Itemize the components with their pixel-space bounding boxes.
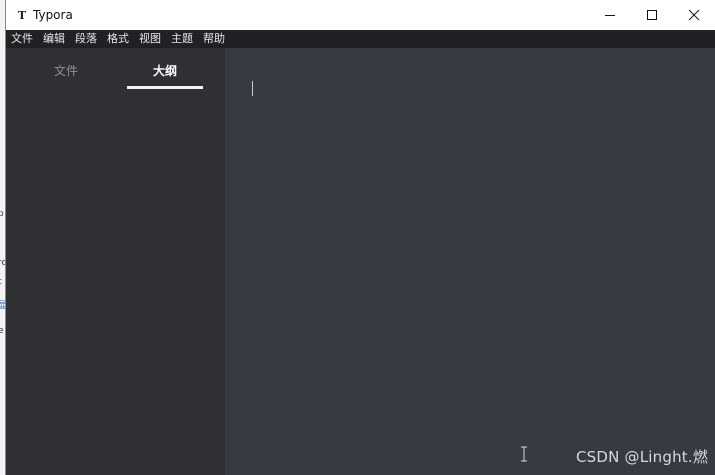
window-title: Typora — [33, 8, 73, 22]
watermark: CSDN @Linght.燃 — [576, 448, 709, 466]
window-controls — [589, 0, 715, 30]
close-button[interactable] — [673, 0, 715, 30]
typora-window: T Typora 文件 编辑 段落 格式 视图 主题 帮助 文件 大纲 CSDN… — [5, 0, 715, 475]
minimize-icon — [605, 15, 615, 16]
background-text-fragment: e — [0, 326, 4, 336]
tab-outline[interactable]: 大纲 — [127, 63, 203, 79]
maximize-button[interactable] — [631, 0, 673, 30]
editor-area[interactable]: CSDN @Linght.燃 — [225, 48, 715, 475]
menu-paragraph[interactable]: 段落 — [75, 30, 97, 48]
menu-theme[interactable]: 主题 — [171, 30, 193, 48]
sidebar-tabs: 文件 大纲 — [6, 48, 225, 90]
background-text-fragment: p — [0, 209, 4, 219]
menu-bar: 文件 编辑 段落 格式 视图 主题 帮助 — [6, 30, 715, 48]
text-cursor-icon — [521, 446, 527, 462]
menu-help[interactable]: 帮助 — [203, 30, 225, 48]
desktop: p rc t 显 e T Typora — [0, 0, 715, 475]
menu-format[interactable]: 格式 — [107, 30, 129, 48]
menu-edit[interactable]: 编辑 — [43, 30, 65, 48]
menu-file[interactable]: 文件 — [11, 30, 33, 48]
sidebar: 文件 大纲 — [6, 48, 225, 475]
tab-files[interactable]: 文件 — [34, 63, 98, 79]
background-text-fragment: t — [0, 277, 2, 287]
active-tab-indicator — [127, 86, 203, 89]
minimize-button[interactable] — [589, 0, 631, 30]
maximize-icon — [647, 10, 657, 20]
menu-view[interactable]: 视图 — [139, 30, 161, 48]
typora-app-icon: T — [17, 8, 27, 22]
text-caret — [252, 81, 253, 96]
title-bar[interactable]: T Typora — [6, 0, 715, 30]
close-icon — [688, 9, 700, 21]
